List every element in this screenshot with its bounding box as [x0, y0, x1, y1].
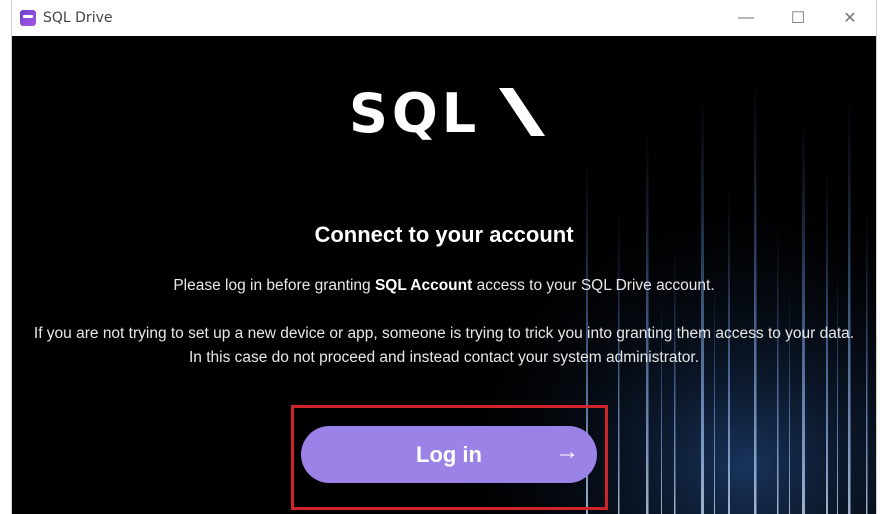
intro-text-before: Please log in before granting: [173, 277, 375, 294]
main-content: SQL Connect to your account Please log i…: [12, 36, 876, 514]
intro-text-bold: SQL Account: [374, 277, 473, 294]
intro-text: Please log in before granting SQL Accoun…: [12, 274, 876, 298]
window-title: SQL Drive: [43, 10, 113, 26]
arrow-right-icon: →: [555, 438, 579, 465]
page-title: Connect to your account: [314, 222, 574, 247]
maximize-button[interactable]: ☐: [772, 0, 824, 36]
sql-app-icon: [20, 10, 36, 26]
warning-text: If you are not trying to set up a new de…: [33, 325, 855, 366]
intro-text-after: access to your SQL Drive account.: [472, 277, 715, 294]
app-window: SQL Drive — ☐ ✕ SQL Connect to your acco…: [11, 0, 877, 514]
minimize-button[interactable]: —: [720, 0, 772, 36]
sql-logo: SQL: [349, 82, 545, 140]
window-controls: — ☐ ✕: [720, 0, 876, 36]
sql-logo-text: SQL: [349, 82, 480, 140]
login-button[interactable]: Log in →: [301, 426, 597, 483]
login-button-label: Log in: [416, 441, 482, 467]
close-button[interactable]: ✕: [824, 0, 876, 36]
title-bar: SQL Drive — ☐ ✕: [12, 0, 876, 36]
